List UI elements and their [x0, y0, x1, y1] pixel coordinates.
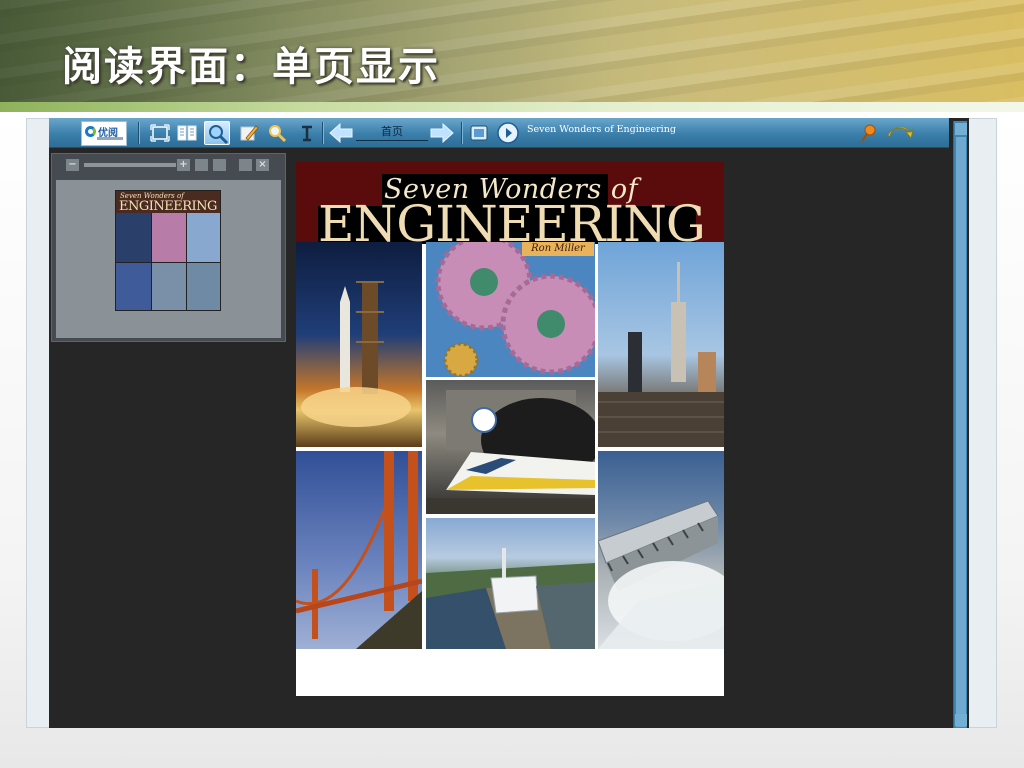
- fit-page-icon: [150, 124, 170, 142]
- toolbar-separator: [461, 122, 462, 144]
- cover-photo-dam: [598, 451, 724, 649]
- vertical-scrollbar[interactable]: [953, 121, 967, 728]
- rocket-illustration: [301, 281, 411, 427]
- slide-title: 阅读界面：单页显示: [62, 43, 440, 90]
- play-button[interactable]: [496, 121, 520, 145]
- zoom-icon: [209, 125, 229, 145]
- thumbnail-option-button[interactable]: [195, 159, 208, 171]
- logo-subline: [97, 137, 123, 140]
- slide-header: 阅读界面：单页显示: [0, 0, 1024, 102]
- annotate-icon: [240, 125, 259, 141]
- annotate-button[interactable]: [238, 122, 260, 144]
- return-icon: [887, 126, 914, 139]
- cover-author: Ron Miller: [522, 242, 594, 256]
- prev-page-button[interactable]: [328, 122, 354, 144]
- zoom-button[interactable]: [204, 121, 230, 145]
- canal-illustration: [426, 548, 595, 649]
- cover-photo-train: [426, 380, 595, 514]
- next-page-icon: [430, 122, 454, 144]
- thumbnail-zoom-slider[interactable]: [84, 163, 176, 167]
- skyscraper-illustration: [598, 262, 724, 447]
- reader-logo[interactable]: 优阅: [81, 121, 127, 146]
- thumbnail-title: ENGINEERING: [119, 199, 217, 214]
- return-button[interactable]: [884, 122, 914, 144]
- toolbar-separator: [322, 122, 323, 144]
- toolbar-separator: [138, 122, 139, 144]
- bookmark-pin-icon: [861, 124, 876, 142]
- search-button[interactable]: [266, 122, 288, 144]
- cover-photo-rocket: [296, 242, 422, 447]
- scroll-thumb[interactable]: [956, 137, 966, 727]
- bridge-illustration: [296, 451, 422, 649]
- scroll-down-arrow-icon[interactable]: [955, 714, 967, 726]
- two-page-icon: [177, 125, 197, 141]
- two-page-button[interactable]: [176, 122, 198, 144]
- cover-photo-gears: [426, 242, 595, 377]
- logo-ring-icon: [85, 126, 96, 137]
- thumbnail-option-button[interactable]: [213, 159, 226, 171]
- header-band: [0, 102, 1024, 112]
- cover-photo-empire-state: [598, 242, 724, 447]
- bookmark-button[interactable]: [858, 122, 880, 144]
- thumbnail-button[interactable]: [468, 122, 490, 144]
- scroll-up-arrow-icon[interactable]: [955, 123, 967, 135]
- gears-illustration: [435, 242, 595, 377]
- cover-photo-canal: [426, 518, 595, 649]
- next-page-button[interactable]: [429, 122, 455, 144]
- cover-photo-golden-gate: [296, 451, 422, 649]
- text-mode-button[interactable]: [296, 122, 318, 144]
- thumbnail-photo-grid: [116, 213, 220, 310]
- thumbnail-zoom-out-button[interactable]: −: [66, 159, 79, 171]
- page-indicator[interactable]: 首页: [356, 123, 428, 141]
- page-thumbnail[interactable]: Seven Wonders of ENGINEERING: [115, 190, 221, 311]
- book-title: Seven Wonders of Engineering: [527, 124, 676, 135]
- book-cover-page: Seven Wonders of ENGINEERING Ron Miller: [296, 162, 724, 696]
- train-illustration: [426, 390, 595, 514]
- dam-illustration: [598, 500, 724, 649]
- search-icon: [269, 125, 287, 143]
- play-icon: [497, 122, 519, 144]
- text-mode-icon: [302, 125, 312, 142]
- thumbnail-zoom-in-button[interactable]: +: [177, 159, 190, 171]
- thumbnail-icon: [470, 125, 488, 141]
- fit-page-button[interactable]: [149, 122, 171, 144]
- thumbnail-option-button[interactable]: [239, 159, 252, 171]
- prev-page-icon: [329, 122, 353, 144]
- thumbnail-close-button[interactable]: ×: [256, 159, 269, 171]
